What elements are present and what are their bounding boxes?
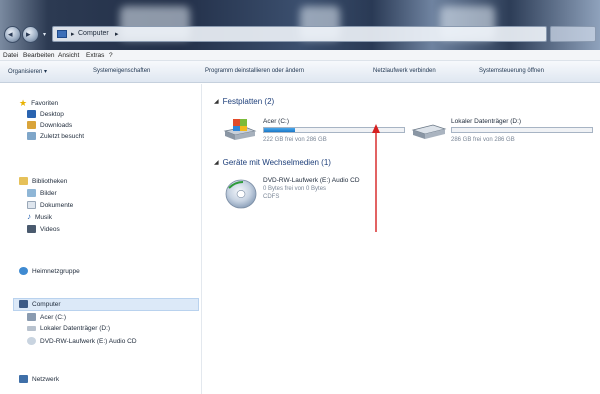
content-pane: ◢ Festplatten (2) Acer (C:) 222 GB frei … (203, 84, 600, 394)
nav-pictures[interactable]: Bilder (27, 189, 57, 197)
menu-view[interactable]: Ansicht (58, 52, 79, 59)
window-titlebar: ◂ ▸ ▾ ▸ Computer ▸ (0, 0, 600, 50)
breadcrumb-separator[interactable]: ▸ (115, 30, 119, 38)
dvd-drive-icon (27, 337, 36, 345)
menu-tools[interactable]: Extras (86, 52, 104, 59)
back-button[interactable]: ◂ (4, 26, 21, 43)
forward-button[interactable]: ▸ (22, 26, 39, 43)
collapse-triangle-icon: ◢ (214, 99, 219, 105)
drive-d-usage-bar (451, 127, 593, 133)
organize-button[interactable]: Organisieren ▾ (8, 68, 47, 75)
documents-icon (27, 201, 36, 209)
drive-d-name: Lokaler Datenträger (D:) (451, 118, 522, 125)
map-network-drive-button[interactable]: Netzlaufwerk verbinden (373, 68, 436, 74)
menu-help[interactable]: ? (109, 52, 113, 59)
star-icon: ★ (19, 98, 28, 108)
nav-drive-c[interactable]: Acer (C:) (27, 313, 66, 321)
dvd-drive-name: DVD-RW-Laufwerk (E:) Audio CD (263, 177, 360, 184)
nav-drive-d[interactable]: Lokaler Datenträger (D:) (27, 325, 110, 332)
libraries-icon (19, 177, 28, 185)
recent-places-icon (27, 132, 36, 140)
dvd-drive-filesystem: CDFS (263, 194, 280, 200)
hard-drive-icon (27, 326, 36, 331)
nav-recent[interactable]: Zuletzt besucht (27, 132, 84, 140)
drive-c-usage-fill (264, 128, 295, 132)
nav-desktop[interactable]: Desktop (27, 110, 64, 118)
nav-documents[interactable]: Dokumente (27, 201, 73, 209)
menu-bar: Datei Bearbeiten Ansicht Extras ? (0, 50, 600, 61)
drive-c-name: Acer (C:) (263, 118, 289, 125)
nav-network[interactable]: Netzwerk (19, 375, 59, 383)
system-properties-button[interactable]: Systemeigenschaften (93, 68, 150, 74)
nav-computer[interactable]: Computer (19, 300, 61, 308)
drive-d-tile[interactable]: Lokaler Datenträger (D:) 286 GB frei von… (411, 117, 596, 147)
annotation-arrow (372, 124, 380, 232)
hard-drive-icon (411, 124, 447, 139)
desktop-icon (27, 110, 36, 118)
pictures-icon (27, 189, 36, 197)
group-removable-media[interactable]: ◢ Geräte mit Wechselmedien (1) (214, 158, 331, 167)
homegroup-icon (19, 267, 28, 275)
nav-homegroup[interactable]: Heimnetzgruppe (19, 267, 80, 275)
nav-music[interactable]: ♪ Musik (27, 213, 52, 221)
breadcrumb-computer[interactable]: Computer (78, 30, 109, 37)
system-drive-icon (223, 119, 257, 140)
computer-icon (57, 30, 67, 38)
menu-file[interactable]: Datei (3, 52, 18, 59)
breadcrumb-separator[interactable]: ▸ (71, 30, 75, 38)
drive-d-free-space: 286 GB frei von 286 GB (451, 137, 515, 143)
nav-downloads[interactable]: Downloads (27, 121, 72, 129)
drive-c-free-space: 222 GB frei von 286 GB (263, 137, 327, 143)
network-icon (19, 375, 28, 383)
address-bar[interactable]: ▸ Computer ▸ (52, 26, 547, 42)
open-control-panel-button[interactable]: Systemsteuerung öffnen (479, 68, 544, 74)
nav-drive-e[interactable]: DVD-RW-Laufwerk (E:) Audio CD (27, 337, 137, 345)
navigation-pane: ★ Favoriten Desktop Downloads Zuletzt be… (0, 84, 202, 394)
group-hard-disks[interactable]: ◢ Festplatten (2) (214, 97, 274, 106)
uninstall-program-button[interactable]: Programm deinstallieren oder ändern (205, 68, 304, 74)
dvd-disc-icon (225, 179, 257, 209)
nav-libraries[interactable]: Bibliotheken (19, 177, 67, 185)
dvd-drive-space: 0 Bytes frei von 0 Bytes (263, 186, 327, 192)
nav-favorites[interactable]: ★ Favoriten (19, 98, 58, 108)
search-input[interactable] (550, 26, 596, 42)
system-drive-icon (27, 313, 36, 321)
downloads-folder-icon (27, 121, 36, 129)
collapse-triangle-icon: ◢ (214, 160, 219, 166)
music-icon: ♪ (27, 212, 31, 221)
drive-c-usage-bar (263, 127, 405, 133)
computer-icon (19, 300, 28, 308)
menu-edit[interactable]: Bearbeiten (23, 52, 54, 59)
back-arrow-icon: ◂ (8, 29, 13, 39)
videos-icon (27, 225, 36, 233)
command-bar: Organisieren ▾ Systemeigenschaften Progr… (0, 61, 600, 83)
recent-pages-dropdown-icon[interactable]: ▾ (43, 31, 46, 38)
nav-videos[interactable]: Videos (27, 225, 60, 233)
forward-arrow-icon: ▸ (26, 29, 31, 39)
